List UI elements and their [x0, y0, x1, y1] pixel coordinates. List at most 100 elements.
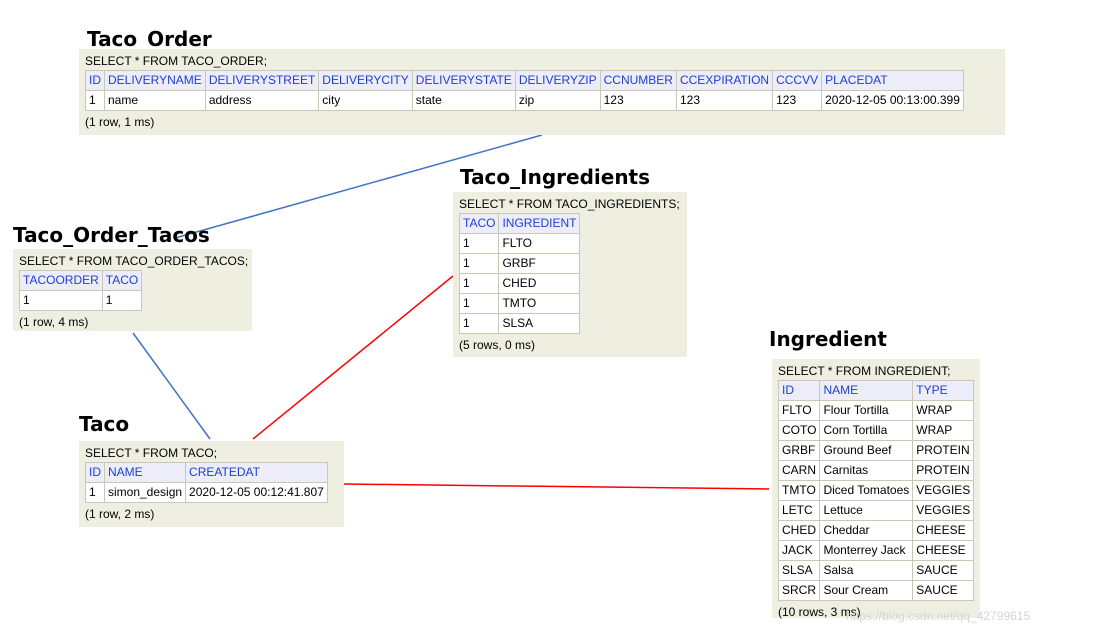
column-header: TACO — [458, 213, 500, 234]
table-cell: SAUCE — [912, 580, 975, 601]
table-cell: LETC — [777, 500, 821, 521]
heading-taco-order-tacos: Taco_Order_Tacos — [13, 223, 210, 247]
heading-taco: Taco — [79, 412, 130, 436]
column-header: ID — [85, 462, 105, 483]
table-cell: 1 — [458, 233, 500, 254]
table-cell: TMTO — [498, 293, 581, 314]
table-row: LETC Lettuce VEGGIES — [777, 500, 975, 521]
table-cell: 1 — [101, 290, 143, 311]
table-cell: SRCR — [777, 580, 821, 601]
table-cell: CHED — [777, 520, 821, 541]
table-cell: state — [411, 90, 516, 111]
panel-ingredient: SELECT * FROM INGREDIENT; ID NAME TYPE FLTO… — [772, 359, 980, 619]
connector-order-tacos-to-taco — [132, 332, 211, 440]
table-cell: CHEESE — [912, 520, 975, 541]
table-cell: Diced Tomatoes — [819, 480, 914, 501]
table-cell: address — [204, 90, 320, 111]
table-cell: Salsa — [819, 560, 914, 581]
panel-taco-order: SELECT * FROM TACO_ORDER; ID DELIVERYNAME… — [79, 49, 1005, 135]
table-cell: zip — [514, 90, 601, 111]
table-row: 11 — [19, 290, 143, 311]
column-header: CREATEDAT — [185, 462, 328, 483]
table-cell: Sour Cream — [819, 580, 914, 601]
watermark: https://blog.csdn.net/qq_42799615 — [846, 609, 1031, 623]
table-row: 1 SLSA — [458, 313, 581, 334]
column-header: TACO — [101, 270, 143, 291]
table-cell: 2020-12-05 00:13:00.399 — [821, 90, 964, 111]
result-footer: (5 rows, 0 ms) — [459, 338, 536, 352]
column-header: NAME — [103, 462, 187, 483]
table-cell: SAUCE — [912, 560, 975, 581]
table-cell: VEGGIES — [912, 480, 975, 501]
table-cell: JACK — [777, 540, 821, 561]
table-cell: name — [104, 90, 206, 111]
result-footer: (1 row, 2 ms) — [85, 507, 155, 521]
column-header: TACOORDER — [19, 270, 103, 291]
table-row: JACK Monterrey Jack CHEESE — [777, 540, 975, 561]
table-row: TMTO Diced Tomatoes VEGGIES — [777, 480, 975, 501]
table-row: 1 FLTO — [458, 233, 581, 254]
table-cell: FLTO — [777, 400, 821, 421]
table-cell: Lettuce — [819, 500, 914, 521]
table-cell: 1 — [458, 313, 500, 334]
table-cell: 1 — [458, 273, 500, 294]
table-row: 1 CHED — [458, 273, 581, 294]
table-cell: TMTO — [777, 480, 821, 501]
table-cell: 123 — [675, 90, 774, 111]
connector-taco-to-ingredient — [343, 483, 770, 490]
table-row: GRBF Ground Beef PROTEIN — [777, 440, 975, 461]
column-header: CCNUMBER — [599, 70, 677, 91]
table-cell: WRAP — [912, 400, 975, 421]
table-cell: simon_design — [103, 482, 187, 503]
result-table: ID DELIVERYNAME DELIVERYSTREET DELIVERYCITY… — [85, 70, 964, 111]
column-header: DELIVERYNAME — [104, 70, 206, 91]
result-table: TACO INGREDIENT 1 FLTO 1 GRBF 1 CHED 1 TMTO 1 SLSA — [458, 213, 581, 334]
column-header: ID — [85, 70, 105, 91]
connector-ingredients-to-taco — [252, 275, 454, 440]
column-header: INGREDIENT — [498, 213, 581, 234]
table-row: SRCR Sour Cream SAUCE — [777, 580, 975, 601]
result-footer: (1 row, 4 ms) — [19, 315, 89, 329]
sql-query: SELECT * FROM TACO_ORDER_TACOS; — [19, 254, 249, 268]
table-cell: CARN — [777, 460, 821, 481]
table-cell: CHEESE — [912, 540, 975, 561]
table-row: CHED Cheddar CHEESE — [777, 520, 975, 541]
result-table: ID NAME CREATEDAT 1 simon_design 2020-12-05 0… — [85, 462, 328, 503]
table-row: COTO Corn Tortilla WRAP — [777, 420, 975, 441]
table-cell: 2020-12-05 00:12:41.807 — [185, 482, 328, 503]
table-cell: GRBF — [498, 253, 581, 274]
result-table: ID NAME TYPE FLTO Flour Tortilla WRAP COTO Corn… — [777, 380, 975, 601]
table-cell: Ground Beef — [819, 440, 914, 461]
table-row: CARN Carnitas PROTEIN — [777, 460, 975, 481]
table-cell: CHED — [498, 273, 581, 294]
table-cell: Cheddar — [819, 520, 914, 541]
column-header: DELIVERYSTATE — [411, 70, 516, 91]
table-cell: 1 — [19, 290, 103, 311]
table-row: 1 simon_design 2020-12-05 00:12:41.807 — [85, 482, 328, 503]
table-cell: Corn Tortilla — [819, 420, 914, 441]
table-cell: 123 — [599, 90, 677, 111]
sql-query: SELECT * FROM TACO_INGREDIENTS; — [459, 197, 680, 211]
column-header: DELIVERYSTREET — [204, 70, 320, 91]
table-cell: city — [318, 90, 413, 111]
table-cell: PROTEIN — [912, 460, 975, 481]
table-row: FLTO Flour Tortilla WRAP — [777, 400, 975, 421]
table-cell: 1 — [85, 90, 105, 111]
table-row: 1 TMTO — [458, 293, 581, 314]
table-cell: 123 — [772, 90, 823, 111]
table-cell: 1 — [458, 293, 500, 314]
table-cell: FLTO — [498, 233, 581, 254]
column-header: CCCVV — [772, 70, 823, 91]
sql-query: SELECT * FROM TACO_ORDER; — [85, 54, 268, 68]
table-row: 1 name address city state zip 123 123 123 2020-12… — [85, 90, 964, 111]
heading-ingredient: Ingredient — [769, 327, 887, 351]
table-cell: Carnitas — [819, 460, 914, 481]
column-header: NAME — [819, 380, 914, 401]
column-header: CCEXPIRATION — [675, 70, 774, 91]
column-header: PLACEDAT — [821, 70, 964, 91]
sql-query: SELECT * FROM TACO; — [85, 446, 218, 460]
table-cell: COTO — [777, 420, 821, 441]
column-header: DELIVERYCITY — [318, 70, 413, 91]
table-cell: Monterrey Jack — [819, 540, 914, 561]
sql-query: SELECT * FROM INGREDIENT; — [778, 364, 951, 378]
